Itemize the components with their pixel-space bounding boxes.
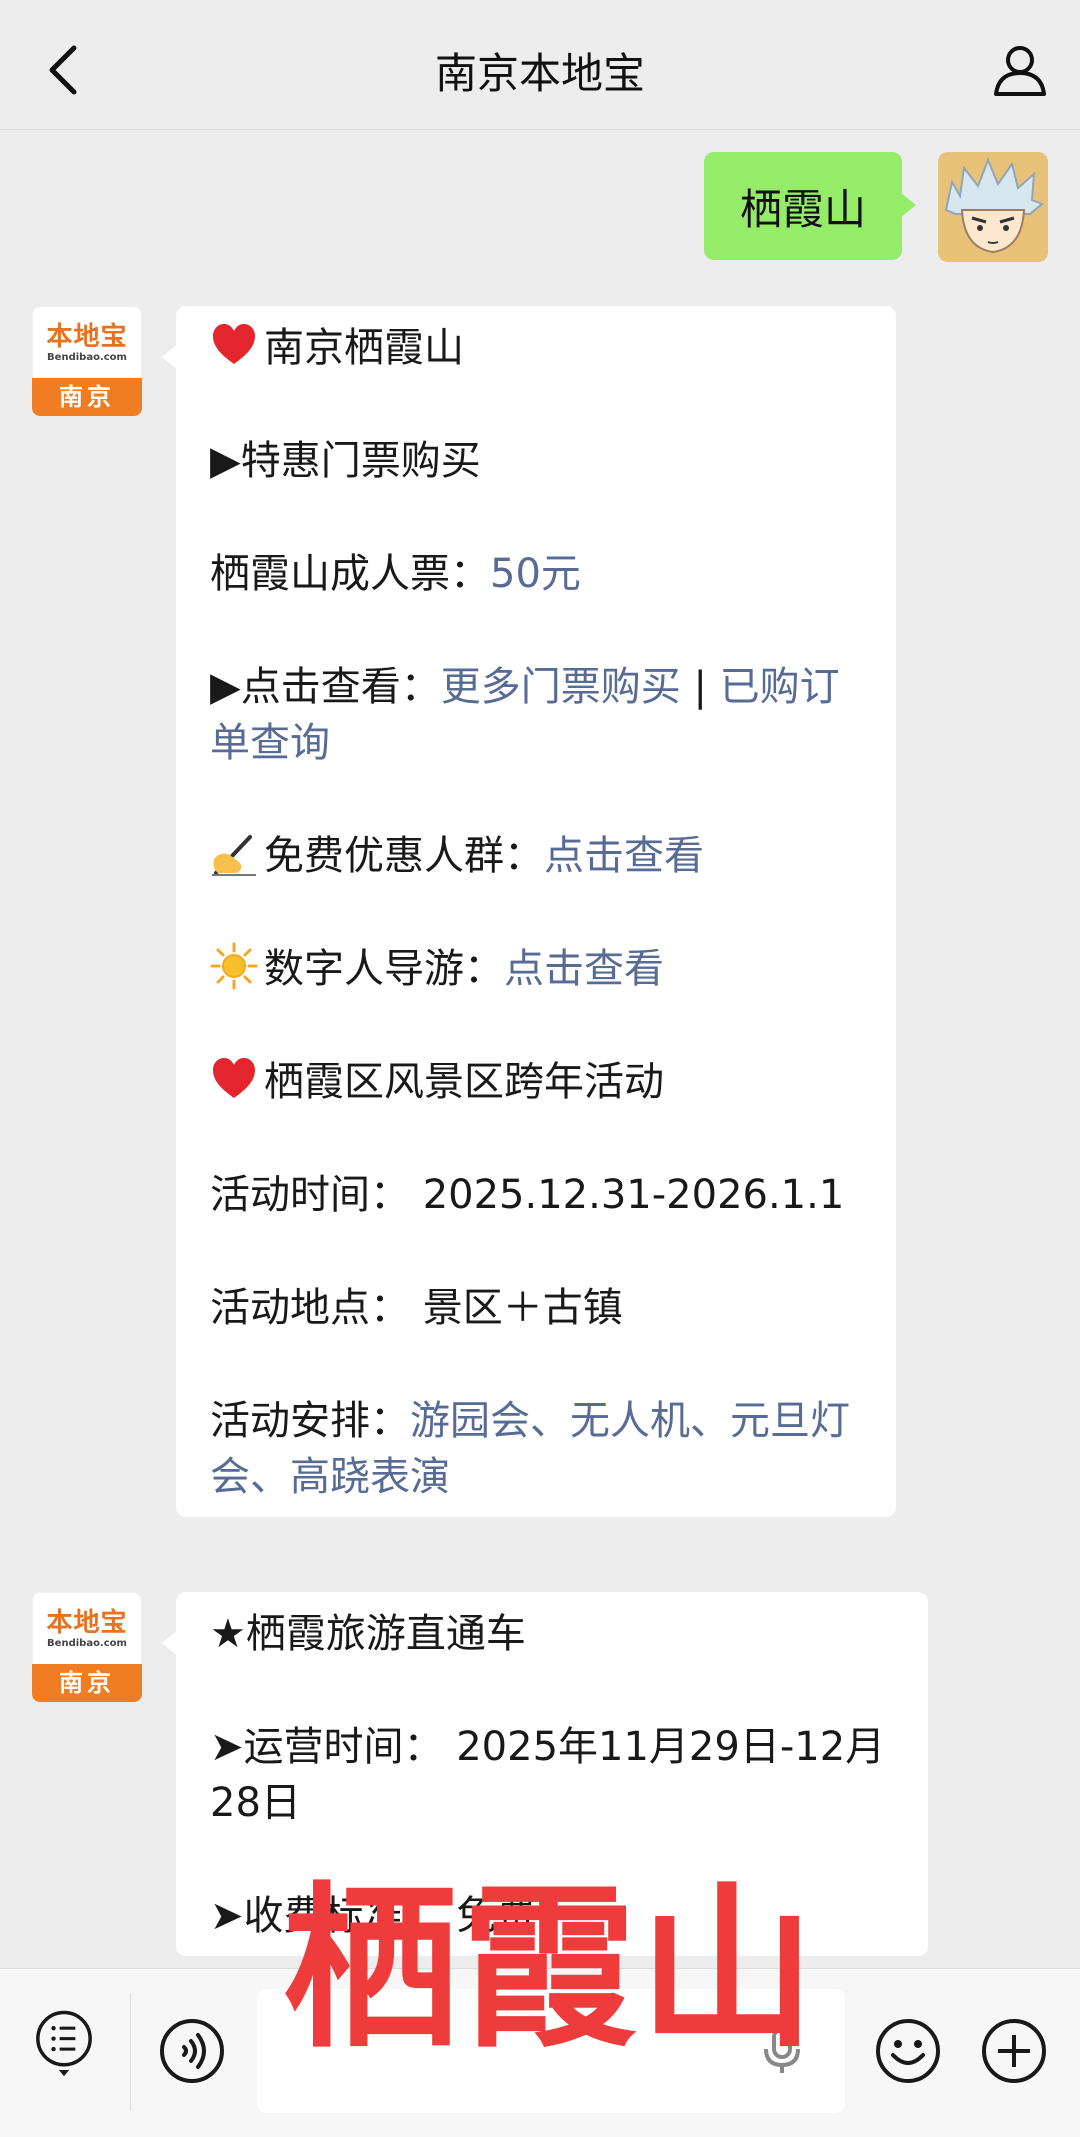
menu-icon[interactable] xyxy=(30,2009,98,2077)
voice-icon[interactable] xyxy=(158,2017,226,2085)
heart-icon xyxy=(213,324,255,364)
emoji-icon[interactable] xyxy=(874,2017,942,2085)
brand-logo-text: 本地宝 xyxy=(46,322,128,352)
message-line: 南京栖霞山 xyxy=(210,320,862,376)
more-tickets-link[interactable]: 更多门票购买 xyxy=(441,664,681,710)
profile-icon[interactable] xyxy=(990,40,1050,100)
sun-icon xyxy=(210,942,258,990)
message-line: 活动时间： 2025.12.31-2026.1.1 xyxy=(210,1172,845,1218)
free-groups-link[interactable]: 点击查看 xyxy=(544,833,704,879)
message-line: 活动地点： 景区＋古镇 xyxy=(210,1285,623,1331)
message-line: 栖霞区风景区跨年活动 xyxy=(210,1054,862,1110)
plus-icon[interactable] xyxy=(980,2017,1048,2085)
brand-city: 南京 xyxy=(32,1664,142,1702)
divider xyxy=(130,1993,131,2111)
bot-avatar[interactable]: 本地宝 Bendibao.com 南京 xyxy=(32,1592,142,1702)
message-line: 栖霞山成人票：50元 xyxy=(210,551,581,597)
message-line: ➤运营时间： 2025年11月29日-12月28日 xyxy=(210,1724,886,1826)
message-line: 活动安排：游园会、无人机、元旦灯会、高跷表演 xyxy=(210,1398,850,1500)
user-message-bubble[interactable]: 栖霞山 xyxy=(703,152,917,260)
brand-url: Bendibao.com xyxy=(47,1638,127,1649)
digital-guide-link[interactable]: 点击查看 xyxy=(504,946,664,992)
ticket-price-link[interactable]: 50元 xyxy=(490,551,581,597)
heart-icon xyxy=(213,1058,255,1098)
brand-logo-text: 本地宝 xyxy=(46,1608,128,1638)
message-line: ▶特惠门票购买 xyxy=(210,438,481,484)
bot-avatar[interactable]: 本地宝 Bendibao.com 南京 xyxy=(32,306,142,416)
chat-title: 南京本地宝 xyxy=(434,49,645,98)
user-message-text: 栖霞山 xyxy=(739,184,866,234)
avatar-image xyxy=(938,152,1048,262)
message-line: ★栖霞旅游直通车 xyxy=(210,1611,526,1657)
chat-header: 南京本地宝 xyxy=(0,0,1080,130)
message-line: 免费优惠人群：点击查看 xyxy=(210,828,862,884)
watermark-text: 栖霞山 xyxy=(283,1867,818,2072)
message-line: ▶点击查看：更多门票购买 | 已购订单查询 xyxy=(210,664,840,766)
writing-hand-icon xyxy=(212,835,256,876)
user-avatar[interactable] xyxy=(938,152,1048,262)
message-line: 数字人导游：点击查看 xyxy=(210,941,862,997)
bot-message-bubble: 南京栖霞山 ▶特惠门票购买 栖霞山成人票：50元 ▶点击查看：更多门票购买 | … xyxy=(162,306,896,1517)
brand-url: Bendibao.com xyxy=(47,352,127,363)
brand-city: 南京 xyxy=(32,378,142,416)
